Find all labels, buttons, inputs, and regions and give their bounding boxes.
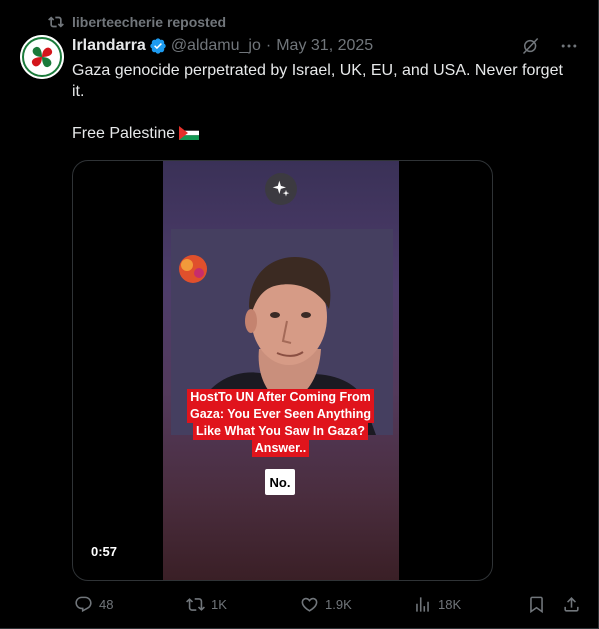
sparkle-icon [272,180,290,197]
reply-count: 48 [99,596,114,612]
avatar[interactable] [20,35,64,79]
reply-button[interactable]: 48 [74,595,113,614]
video-frame[interactable]: HostTo UN After Coming From Gaza: You Ev… [163,161,399,580]
caption-line-2: Gaza: You Ever Seen Anything [186,406,375,423]
share-icon [564,596,579,612]
verified-badge-icon[interactable] [149,37,167,55]
grok-icon[interactable] [521,36,541,56]
video-duration: 0:57 [85,542,124,561]
lauburu-logo-icon [20,35,64,79]
bookmark-button[interactable] [527,595,546,614]
repost-icon [48,16,64,28]
views-button[interactable]: 18K [413,595,461,614]
tweet-actions: 48 1K 1.9K 18K [72,593,582,615]
view-count: 18K [438,596,462,612]
video-caption: HostTo UN After Coming From Gaza: You Ev… [181,389,380,457]
tweet-body: Gaza genocide perpetrated by Israel, UK,… [72,62,563,142]
video-player[interactable]: HostTo UN After Coming From Gaza: You Ev… [72,160,493,581]
caption-line-1: HostTo UN After Coming From [187,389,374,406]
author-name[interactable]: Irlandarra [72,37,146,55]
tweet-date[interactable]: May 31, 2025 [276,37,373,55]
repost-button[interactable]: 1K [186,595,227,614]
bookmark-icon [530,596,543,613]
like-count: 1.9K [325,596,352,612]
tweet-text: Gaza genocide perpetrated by Israel, UK,… [72,60,572,144]
caption-line-3: Like What You Saw In Gaza? [192,423,368,440]
repost-indicator[interactable]: liberteecherie reposted [48,12,226,32]
heart-icon [301,597,318,612]
repost-label: liberteecherie reposted [72,14,227,30]
share-button[interactable] [562,595,581,614]
video-answer-label: No. [265,469,295,495]
repost-action-icon [186,597,205,611]
palestine-flag-icon [179,126,200,140]
repost-count: 1K [211,596,227,612]
caption-line-4: Answer.. [251,440,310,457]
tweet-header: Irlandarra @aldamu_jo · May 31, 2025 [72,35,579,57]
reply-icon [75,596,92,612]
author-handle[interactable]: @aldamu_jo [171,37,261,55]
analytics-icon [416,596,429,612]
more-options-icon[interactable] [559,36,579,56]
header-separator: · [265,37,272,54]
like-button[interactable]: 1.9K [300,595,352,614]
grok-sparkle-button[interactable] [265,173,297,205]
